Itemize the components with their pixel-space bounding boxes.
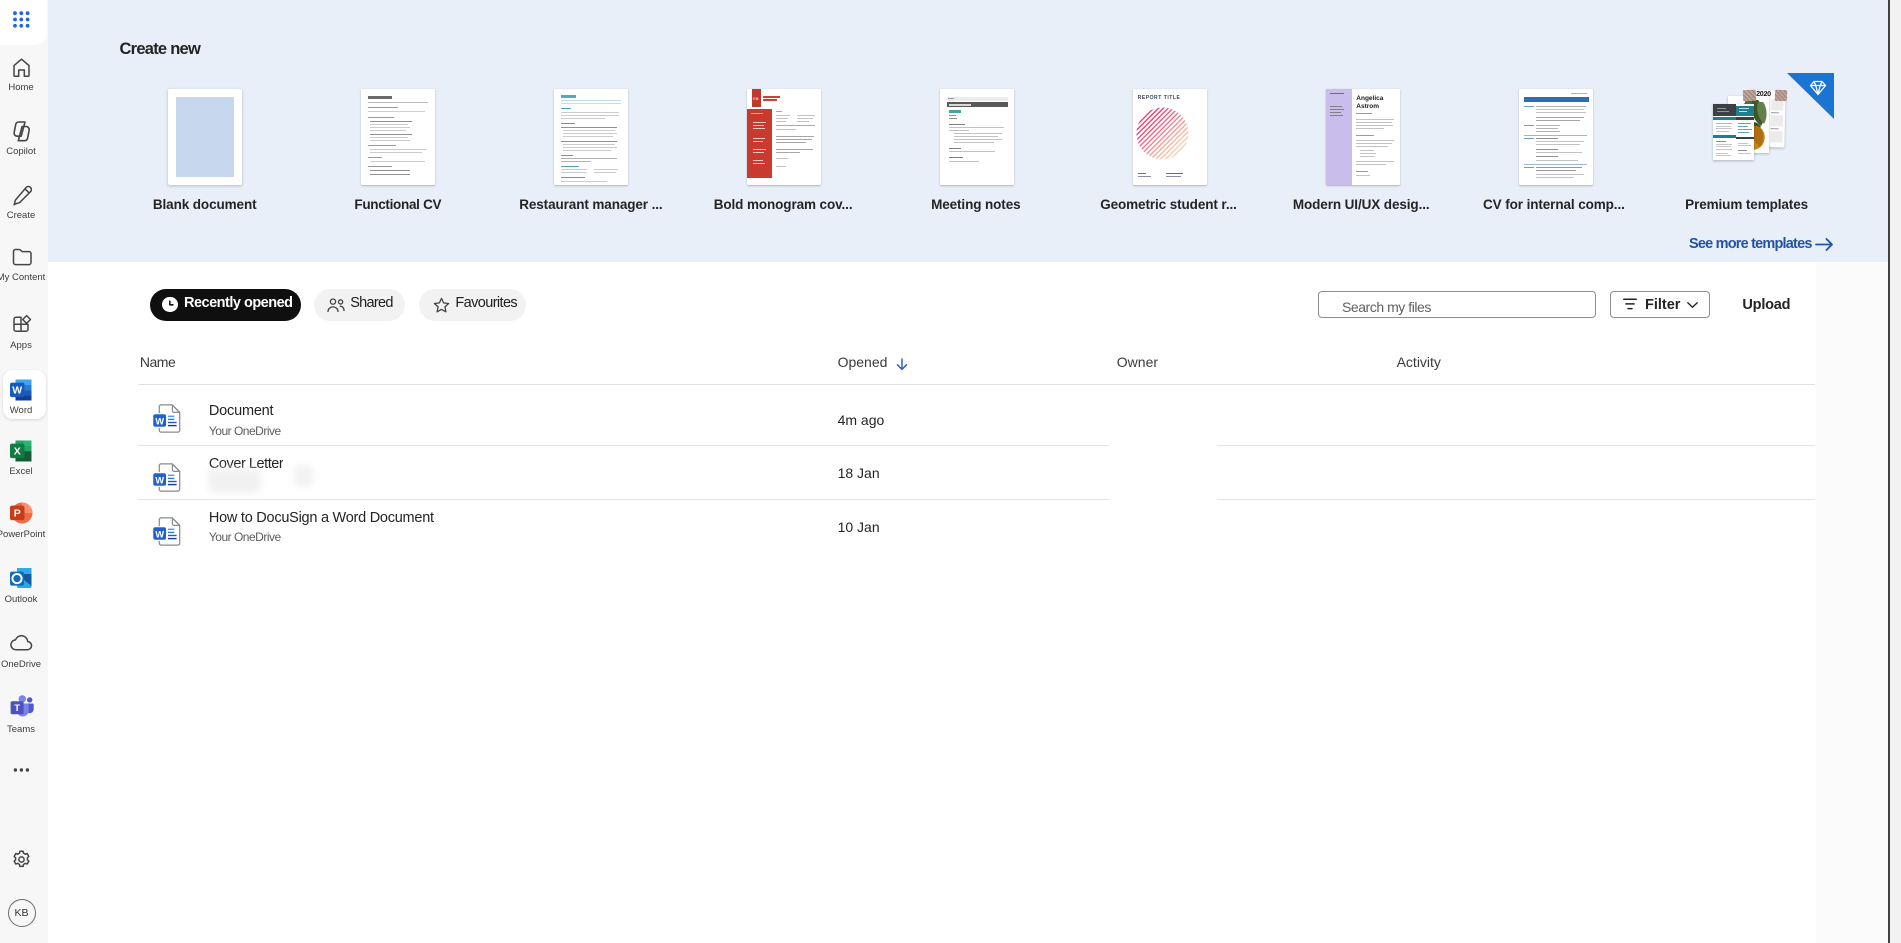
svg-text:X: X (14, 446, 21, 458)
svg-text:W: W (12, 384, 22, 396)
svg-text:W: W (156, 475, 165, 485)
svg-text:T: T (14, 703, 20, 714)
svg-text:P: P (14, 508, 21, 520)
svg-text:W: W (156, 529, 165, 539)
svg-text:W: W (156, 416, 165, 426)
